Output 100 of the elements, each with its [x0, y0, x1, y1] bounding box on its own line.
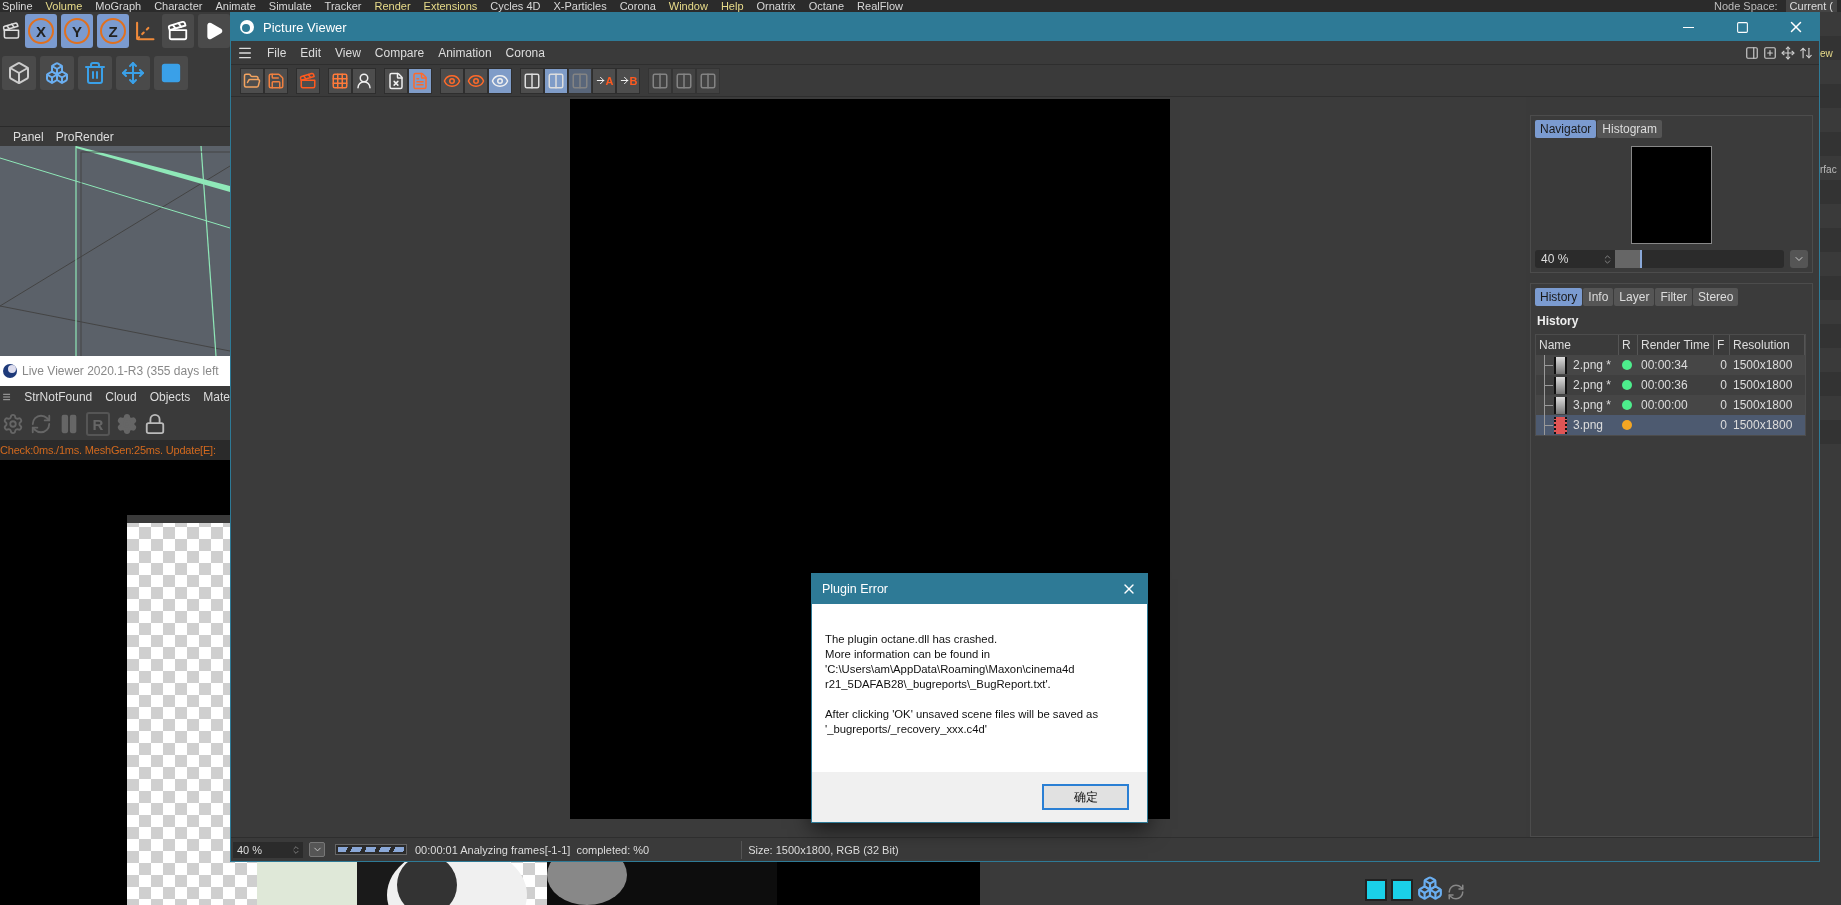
- tab[interactable]: Histogram: [1597, 120, 1663, 138]
- axis-button[interactable]: X: [24, 14, 57, 48]
- menu-item[interactable]: Octane: [808, 0, 845, 12]
- arrow-icon: [618, 75, 630, 86]
- zoom-slider[interactable]: [1615, 250, 1784, 268]
- compare-button[interactable]: [520, 67, 544, 94]
- status-text: Check:0ms./1ms. MeshGen:25ms. Update[E]:: [0, 444, 216, 456]
- view-button[interactable]: [488, 67, 512, 94]
- document-delete-icon: [387, 71, 405, 90]
- tab[interactable]: Info: [1583, 288, 1614, 306]
- scale-button[interactable]: [154, 56, 188, 90]
- cube-icon: [7, 61, 31, 85]
- menu-item[interactable]: Corona: [505, 45, 545, 60]
- menu-item[interactable]: StrNotFound: [24, 390, 93, 404]
- menu-item[interactable]: Cloud: [105, 390, 137, 404]
- history-row[interactable]: 2.png * 00:00:34 0 1500x1800: [1536, 355, 1805, 375]
- trash-icon: [83, 61, 107, 85]
- menu-item[interactable]: Tracker: [324, 0, 362, 12]
- menu-item[interactable]: RealFlow: [857, 0, 903, 12]
- clapper-icon: [166, 20, 189, 42]
- spinner-icon[interactable]: [1602, 253, 1613, 265]
- thumbnail-icon: [1554, 396, 1567, 414]
- document-button[interactable]: [408, 67, 432, 94]
- menu-item[interactable]: Spline: [2, 0, 33, 12]
- menu-item[interactable]: View: [335, 45, 361, 60]
- menu-item[interactable]: Simulate: [268, 0, 312, 12]
- render-button[interactable]: [161, 14, 194, 48]
- refresh-icon[interactable]: [1447, 883, 1465, 901]
- node-space-dropdown[interactable]: Current (: [1785, 0, 1837, 12]
- plus-square-icon[interactable]: [1763, 45, 1777, 60]
- cubes-button[interactable]: [40, 56, 74, 90]
- square-icon[interactable]: [1391, 879, 1413, 901]
- menu-item[interactable]: Objects: [149, 390, 191, 404]
- menu-item[interactable]: Extensions: [423, 0, 478, 12]
- tab[interactable]: Stereo: [1693, 288, 1739, 306]
- error-message: After clicking 'OK' unsaved scene files will be saved as '_bugreports/_recovery_xxx.c4d': [825, 707, 1100, 737]
- menu-item[interactable]: Mate: [203, 390, 230, 404]
- menu-item[interactable]: Animate: [215, 0, 256, 12]
- square-icon[interactable]: [1365, 879, 1387, 901]
- menu-item[interactable]: File: [267, 45, 287, 60]
- grid-button[interactable]: [328, 67, 352, 94]
- axis-button[interactable]: Z: [97, 14, 130, 48]
- cubes-icon[interactable]: [1417, 875, 1443, 901]
- lock-icon[interactable]: [144, 413, 166, 435]
- history-row[interactable]: 2.png * 00:00:36 0 1500x1800: [1536, 375, 1805, 395]
- menu-item[interactable]: Panel: [13, 129, 44, 144]
- menu-item[interactable]: MoGraph: [95, 0, 142, 12]
- grid-icon: [331, 71, 349, 90]
- history-row[interactable]: 3.png 0 1500x1800: [1536, 415, 1805, 435]
- table-cell-text: 00:00:34: [1640, 358, 1689, 372]
- open-button[interactable]: [240, 67, 264, 94]
- person-button[interactable]: [352, 67, 376, 94]
- table-cell-text: 0: [1719, 418, 1728, 432]
- table-cell-text: 1500x1800: [1732, 358, 1794, 372]
- app-logo-icon: [2, 363, 18, 379]
- menu-item[interactable]: Cycles 4D: [490, 0, 541, 12]
- clapper-icon[interactable]: [2, 21, 21, 41]
- slider-fill[interactable]: [1615, 250, 1643, 268]
- table-cell-text: 1500x1800: [1732, 378, 1794, 392]
- table-cell-text: 00:00:00: [1640, 398, 1689, 412]
- dropdown-button[interactable]: [1790, 250, 1808, 268]
- save-button[interactable]: [264, 67, 288, 94]
- menu-item[interactable]: Compare: [374, 45, 425, 60]
- menu-item[interactable]: Animation: [438, 45, 492, 60]
- tab[interactable]: Navigator: [1535, 120, 1597, 138]
- split-view-icon: [651, 71, 669, 90]
- menu-item[interactable]: Character: [154, 0, 203, 12]
- zoom-field[interactable]: 40 %: [1535, 250, 1615, 268]
- axis-button[interactable]: Y: [61, 14, 94, 48]
- panel-icon[interactable]: [1745, 45, 1759, 60]
- ok-button[interactable]: 确定: [1042, 784, 1129, 810]
- menu-item[interactable]: Edit: [300, 45, 322, 60]
- move-icon[interactable]: [1781, 45, 1795, 60]
- table-cell-text: 1500x1800: [1732, 398, 1794, 412]
- tab[interactable]: History: [1535, 288, 1583, 306]
- folder-icon: [243, 71, 261, 90]
- maximize-icon: [1735, 20, 1749, 34]
- menu-item[interactable]: X-Particles: [553, 0, 607, 12]
- play-button[interactable]: [197, 14, 230, 48]
- navigator-preview[interactable]: [1631, 146, 1712, 244]
- thumbnail-icon: [1554, 356, 1567, 374]
- zoom-field[interactable]: 40 %: [233, 841, 303, 858]
- menu-item[interactable]: Render: [374, 0, 411, 12]
- split-view-icon: [523, 71, 541, 90]
- stop-button[interactable]: [296, 67, 320, 94]
- menu-item[interactable]: ProRender: [55, 129, 114, 144]
- arrow-icon[interactable]: [1799, 45, 1813, 60]
- person-icon: [355, 71, 373, 90]
- tab[interactable]: Layer: [1614, 288, 1655, 306]
- delete-button[interactable]: [384, 67, 408, 94]
- compare-button[interactable]: [544, 67, 568, 94]
- tab[interactable]: Filter: [1655, 288, 1693, 306]
- history-row[interactable]: 3.png * 00:00:00 0 1500x1800: [1536, 395, 1805, 415]
- menu-item[interactable]: Volume: [45, 0, 83, 12]
- cube-button[interactable]: [2, 56, 36, 90]
- menu-item[interactable]: Window: [668, 0, 708, 12]
- move-button[interactable]: [116, 56, 150, 90]
- menu-item[interactable]: Corona: [619, 0, 656, 12]
- menu-item[interactable]: Help: [720, 0, 744, 12]
- menu-item[interactable]: Ornatrix: [756, 0, 796, 12]
